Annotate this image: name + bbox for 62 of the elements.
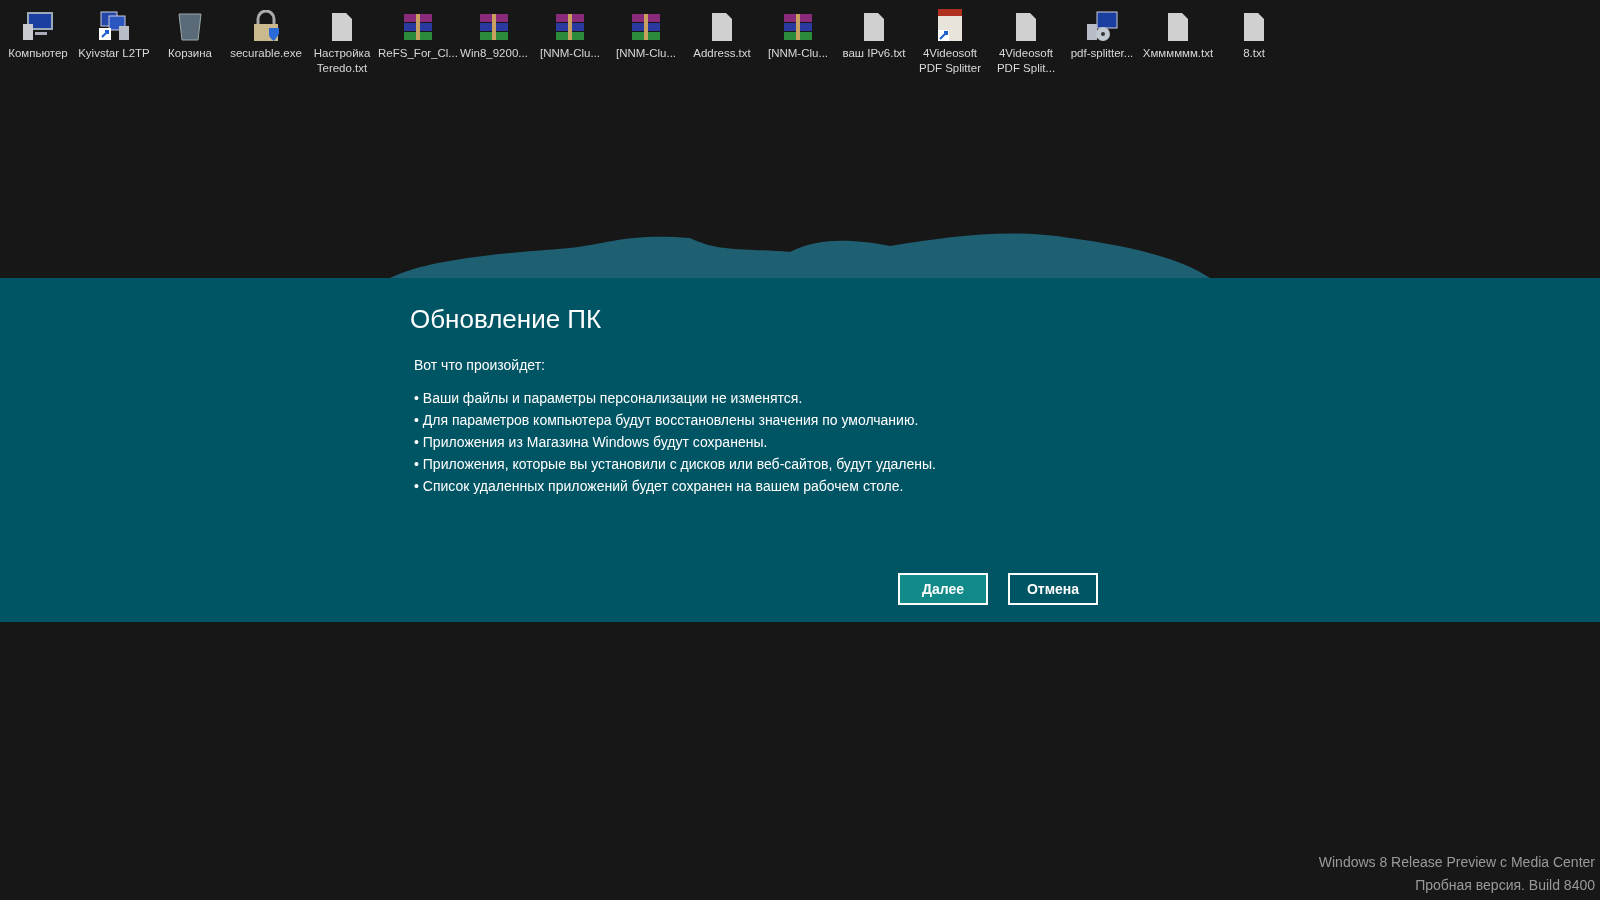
icon-label: [NNM-Clu... [538, 46, 602, 61]
icon-label: ваш IPv6.txt [841, 46, 907, 61]
desktop-icon[interactable]: Address.txt [684, 6, 760, 61]
dialog-button[interactable]: Отмена [1008, 573, 1098, 605]
archive-icon [477, 12, 511, 42]
bullet-text: • Приложения из Магазина Windows будут сохранены. [414, 433, 769, 451]
text-file-icon [710, 12, 734, 42]
intro-text: Вот что произойдет: [414, 356, 546, 375]
desktop-icon[interactable]: 4Videosoft PDF Split... [988, 6, 1064, 76]
icon-label: Компьютер [7, 46, 69, 61]
network-shortcut-icon [97, 10, 131, 42]
desktop-icon[interactable]: securable.exe [228, 6, 304, 61]
installer-icon [1085, 10, 1119, 42]
desktop-icon[interactable]: Win8_9200... [456, 6, 532, 61]
icon-label: Хмммммм.txt [1141, 46, 1215, 61]
icon-label: [NNM-Clu... [614, 46, 678, 61]
bullet-text: • Для параметров компьютера будут восстановлены значения по умолчанию. [414, 411, 920, 429]
desktop-icon[interactable]: ваш IPv6.txt [836, 6, 912, 61]
desktop-icon[interactable]: Корзина [152, 6, 228, 61]
icon-label: Kyivstar L2TP [77, 46, 151, 61]
dialog-title: Обновление ПК [410, 303, 603, 336]
icon-label: securable.exe [229, 46, 303, 61]
icon-label: Address.txt [692, 46, 752, 61]
text-file-icon [1242, 12, 1266, 42]
desktop-icon[interactable]: Хмммммм.txt [1140, 6, 1216, 61]
desktop-icon[interactable]: 4Videosoft PDF Splitter [912, 6, 988, 76]
desktop-icon[interactable]: Компьютер [0, 6, 76, 61]
desktop-icon[interactable]: 8.txt [1216, 6, 1292, 61]
icon-label: 4Videosoft PDF Split... [995, 46, 1057, 76]
icon-label: [NNM-Clu... [766, 46, 830, 61]
desktop-icon[interactable]: Kyivstar L2TP [76, 6, 152, 61]
desktop-icon[interactable]: [NNM-Clu... [760, 6, 836, 61]
bullet-text: • Приложения, которые вы установили с дисков или веб-сайтов, будут удалены. [414, 455, 937, 473]
bullet-text: • Список удаленных приложений будет сохранен на вашем рабочем столе. [414, 477, 905, 495]
icon-label: ReFS_For_Cl... [377, 46, 459, 61]
archive-icon [401, 12, 435, 42]
icon-label: Настройка Teredo.txt [312, 46, 372, 76]
desktop-icon[interactable]: pdf-splitter... [1064, 6, 1140, 61]
text-file-icon [330, 12, 354, 42]
recycle-bin-icon [177, 10, 203, 42]
icon-label: 8.txt [1242, 46, 1266, 61]
archive-icon [629, 12, 663, 42]
text-file-icon [1166, 12, 1190, 42]
computer-icon [21, 10, 55, 42]
icon-label: 4Videosoft PDF Splitter [918, 46, 982, 76]
dialog-button[interactable]: Далее [898, 573, 988, 605]
desktop-icon[interactable]: [NNM-Clu... [532, 6, 608, 61]
pdf-shortcut-icon [936, 8, 964, 42]
watermark-text: Windows 8 Release Preview с Media Center [1318, 853, 1595, 872]
desktop-icon[interactable]: [NNM-Clu... [608, 6, 684, 61]
bullet-text: • Ваши файлы и параметры персонализации не изменятся. [414, 389, 804, 407]
text-file-icon [1014, 12, 1038, 42]
padlock-icon [251, 10, 281, 42]
icon-label: Win8_9200... [459, 46, 529, 61]
desktop-icon[interactable]: ReFS_For_Cl... [380, 6, 456, 61]
archive-icon [781, 12, 815, 42]
icon-label: Корзина [167, 46, 213, 61]
desktop-icon[interactable]: Настройка Teredo.txt [304, 6, 380, 76]
watermark-text: Пробная версия. Build 8400 [1415, 876, 1595, 895]
archive-icon [553, 12, 587, 42]
icon-label: pdf-splitter... [1069, 46, 1135, 61]
text-file-icon [862, 12, 886, 42]
